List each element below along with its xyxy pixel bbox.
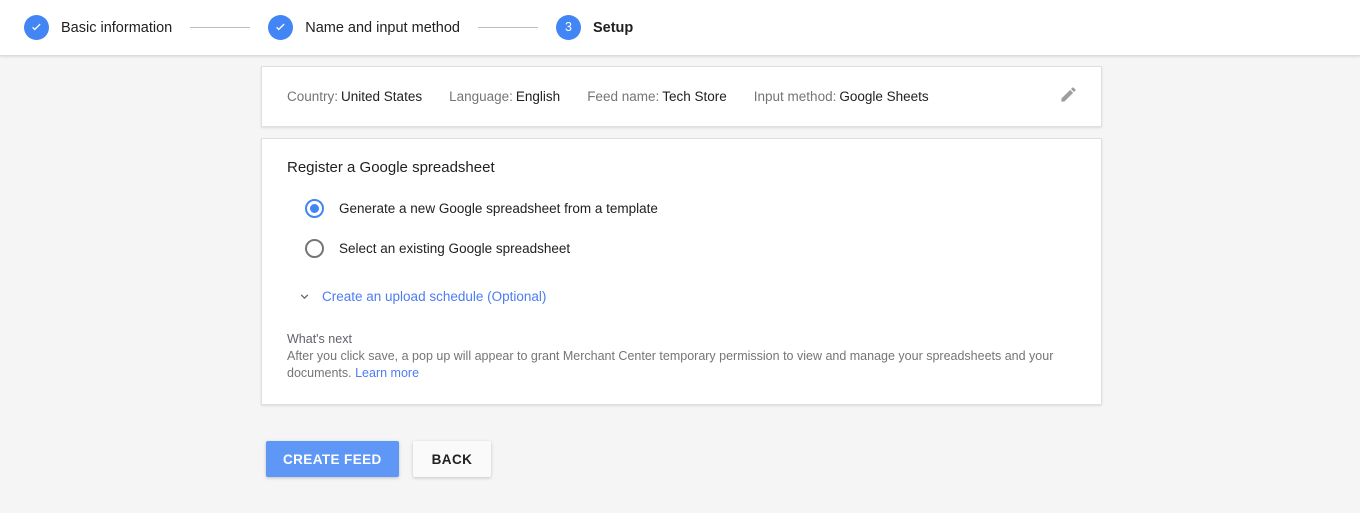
step-label-setup: Setup	[593, 20, 633, 36]
summary-item-input-method: Input method:Google Sheets	[754, 89, 929, 104]
summary-item-language: Language:English	[449, 89, 560, 104]
form-actions: CREATE FEED BACK	[261, 441, 1360, 477]
summary-value-feed-name: Tech Store	[662, 89, 727, 104]
step-connector-2	[478, 27, 538, 28]
feed-summary-card: Country:United States Language:English F…	[261, 66, 1102, 127]
summary-value-input-method: Google Sheets	[839, 89, 928, 104]
create-feed-button[interactable]: CREATE FEED	[266, 441, 399, 477]
whats-next-title: What's next	[287, 331, 1076, 348]
back-button[interactable]: BACK	[413, 441, 492, 477]
step-name-and-input-method[interactable]: Name and input method	[268, 15, 460, 40]
chevron-down-icon	[295, 287, 313, 305]
radio-icon-selected[interactable]	[305, 199, 324, 218]
check-icon	[268, 15, 293, 40]
card-title: Register a Google spreadsheet	[287, 159, 1076, 176]
summary-item-country: Country:United States	[287, 89, 422, 104]
summary-value-language: English	[516, 89, 560, 104]
check-icon	[24, 15, 49, 40]
learn-more-link[interactable]: Learn more	[355, 366, 419, 380]
summary-label-language: Language:	[449, 89, 513, 104]
step-label-name-and-input-method: Name and input method	[305, 20, 460, 36]
summary-item-feed-name: Feed name:Tech Store	[587, 89, 727, 104]
register-spreadsheet-card: Register a Google spreadsheet Generate a…	[261, 138, 1102, 405]
radio-icon-unselected[interactable]	[305, 239, 324, 258]
stepper-header: Basic information Name and input method …	[0, 0, 1360, 56]
content-area: Country:United States Language:English F…	[0, 66, 1360, 477]
step-number-badge: 3	[556, 15, 581, 40]
radio-label-select-existing-spreadsheet: Select an existing Google spreadsheet	[339, 241, 570, 256]
radio-option-select-existing-spreadsheet[interactable]: Select an existing Google spreadsheet	[287, 228, 1076, 268]
step-label-basic-information: Basic information	[61, 20, 172, 36]
summary-label-country: Country:	[287, 89, 338, 104]
radio-option-generate-new-spreadsheet[interactable]: Generate a new Google spreadsheet from a…	[287, 188, 1076, 228]
step-number-label: 3	[565, 21, 572, 34]
whats-next-body: After you click save, a pop up will appe…	[287, 348, 1059, 382]
step-connector-1	[190, 27, 250, 28]
step-basic-information[interactable]: Basic information	[24, 15, 172, 40]
edit-summary-button[interactable]	[1053, 82, 1083, 112]
upload-schedule-expander[interactable]: Create an upload schedule (Optional)	[287, 287, 546, 305]
summary-item-list: Country:United States Language:English F…	[287, 89, 1053, 104]
radio-label-generate-new-spreadsheet: Generate a new Google spreadsheet from a…	[339, 201, 658, 216]
step-setup[interactable]: 3 Setup	[556, 15, 633, 40]
summary-value-country: United States	[341, 89, 422, 104]
summary-label-feed-name: Feed name:	[587, 89, 659, 104]
pencil-icon	[1059, 85, 1078, 109]
upload-schedule-expander-label: Create an upload schedule (Optional)	[322, 289, 546, 304]
summary-label-input-method: Input method:	[754, 89, 837, 104]
whats-next-section: What's next After you click save, a pop …	[287, 331, 1076, 382]
